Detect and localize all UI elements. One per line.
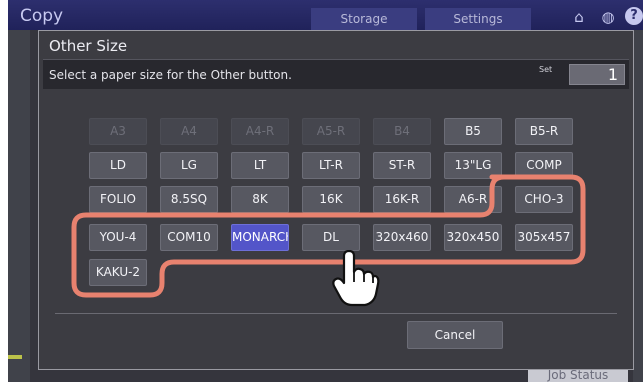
size-button-lt[interactable]: LT [231,152,289,179]
top-bar: Copy Storage Settings ⌂ ◍ ? [8,0,643,30]
size-button-folio[interactable]: FOLIO [89,186,147,213]
background-panel-right [633,30,643,382]
tab-settings[interactable]: Settings [425,8,531,30]
size-button-a5-r: A5-R [302,118,360,145]
dialog-divider [55,313,617,314]
instruction-bar: Select a paper size for the Other button… [43,59,629,89]
size-button-320x450[interactable]: 320x450 [444,224,502,251]
size-button-com10[interactable]: COM10 [160,224,218,251]
dialog-title: Other Size [49,37,128,55]
size-button-8k[interactable]: 8K [231,186,289,213]
size-button-comp[interactable]: COMP [515,152,573,179]
size-button-st-r[interactable]: ST-R [373,152,431,179]
size-button-320x460[interactable]: 320x460 [373,224,431,251]
size-button-b5[interactable]: B5 [444,118,502,145]
background-panel-left [8,30,30,382]
size-button-16k-r[interactable]: 16K-R [373,186,431,213]
copy-screen: Copy Storage Settings ⌂ ◍ ? Job Status O… [8,0,643,382]
size-button-16k[interactable]: 16K [302,186,360,213]
size-button-dl[interactable]: DL [302,224,360,251]
instruction-text: Select a paper size for the Other button… [49,68,292,82]
size-button-you-4[interactable]: YOU-4 [89,224,147,251]
other-size-dialog: Other Size Select a paper size for the O… [38,30,634,370]
size-button-lg[interactable]: LG [160,152,218,179]
pointing-hand-icon [332,250,380,307]
size-button-b5-r[interactable]: B5-R [515,118,573,145]
size-button-lt-r[interactable]: LT-R [302,152,360,179]
size-button-13lg[interactable]: 13"LG [444,152,502,179]
tab-storage[interactable]: Storage [311,8,417,30]
size-button-b4: B4 [373,118,431,145]
size-button-8-5sq[interactable]: 8.5SQ [160,186,218,213]
size-button-a3: A3 [89,118,147,145]
size-button-kaku-2[interactable]: KAKU-2 [89,259,147,286]
set-count: 1 [569,64,625,85]
cancel-button[interactable]: Cancel [407,321,503,349]
globe-icon[interactable]: ◍ [597,7,619,27]
size-button-305x457[interactable]: 305x457 [515,224,573,251]
set-label: Set [539,65,553,74]
size-button-cho-3[interactable]: CHO-3 [515,186,573,213]
size-button-a4: A4 [160,118,218,145]
size-button-ld[interactable]: LD [89,152,147,179]
status-marker [8,355,22,359]
help-icon[interactable]: ? [625,7,643,25]
size-button-monarch[interactable]: MONARCH [231,224,289,251]
home-icon[interactable]: ⌂ [568,7,590,27]
size-button-a4-r: A4-R [231,118,289,145]
size-button-a6-r[interactable]: A6-R [444,186,502,213]
app-title: Copy [20,6,64,26]
